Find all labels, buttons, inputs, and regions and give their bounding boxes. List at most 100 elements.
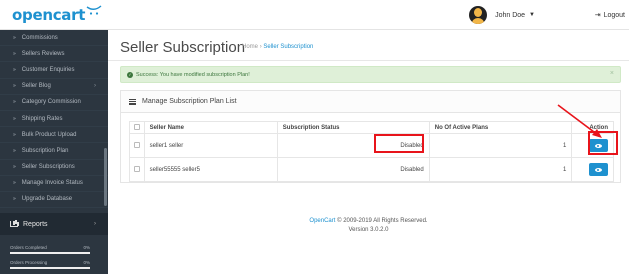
- chevron-right-icon: ›: [94, 221, 96, 227]
- sidebar-item-seller-subscriptions[interactable]: » Seller Subscriptions: [0, 160, 108, 176]
- table-row: seller55555 seller5 Disabled 1: [129, 157, 614, 182]
- page-title: Seller Subscription: [120, 39, 246, 56]
- list-icon: [129, 98, 136, 105]
- sidebar-item-label: Manage Invoice Status: [21, 180, 83, 187]
- row-checkbox[interactable]: [133, 165, 140, 172]
- footer: OpenCart © 2009-2019 All Rights Reserved…: [108, 217, 629, 235]
- breadcrumb-home[interactable]: Home: [242, 44, 258, 50]
- sidebar-item-manage-invoice-status[interactable]: » Manage Invoice Status: [0, 176, 108, 192]
- double-chevron-icon: »: [13, 196, 16, 203]
- footer-copyright: © 2009-2019 All Rights Reserved.: [335, 218, 428, 224]
- double-chevron-icon: »: [13, 50, 16, 57]
- seller-name-cell: seller1 seller: [143, 133, 278, 158]
- row-select-cell: [129, 133, 145, 158]
- select-all-cell: [129, 121, 145, 134]
- sidebar-item-category-commission[interactable]: » Category Commission: [0, 95, 108, 111]
- sidebar-item-label: Seller Subscriptions: [21, 164, 75, 171]
- breadcrumb-separator: ›: [259, 44, 262, 50]
- subscription-table: Seller Name Subscription Status No Of Ac…: [129, 121, 614, 182]
- logout-label: Logout: [603, 11, 625, 19]
- sidebar-item-label: Seller Blog: [21, 83, 51, 90]
- close-icon[interactable]: ×: [610, 70, 614, 77]
- sidebar-item-label: Bulk Product Upload: [21, 131, 77, 138]
- check-circle-icon: ✓: [127, 71, 133, 78]
- sidebar-item-seller-blog[interactable]: » Seller Blog ›: [0, 79, 108, 95]
- stat-orders-processing: Orders Processing 0%: [10, 260, 90, 269]
- sidebar-item-label: Sellers Reviews: [21, 50, 65, 57]
- footer-link[interactable]: OpenCart: [309, 218, 335, 224]
- footer-version: Version 3.0.2.0: [348, 227, 389, 233]
- sidebar-item-label: Customer Enquiries: [21, 66, 75, 73]
- top-navbar: opencart John Doe ▼ ⇥ Logout: [0, 0, 629, 30]
- table-row: seller1 seller Disabled 1: [129, 133, 614, 158]
- divider: [108, 60, 629, 61]
- sidebar-item-label: Category Commission: [21, 99, 81, 106]
- sidebar-item-label: Subscription Plan: [21, 147, 69, 154]
- status-highlight-box: [374, 134, 424, 153]
- table-header-row: Seller Name Subscription Status No Of Ac…: [129, 121, 614, 134]
- double-chevron-icon: »: [13, 180, 16, 187]
- double-chevron-icon: »: [13, 83, 16, 90]
- sidebar-item-shipping-rates[interactable]: » Shipping Rates: [0, 111, 108, 128]
- sidebar-item-upgrade-database[interactable]: » Upgrade Database: [0, 192, 108, 209]
- caret-down-icon: ▼: [529, 12, 535, 18]
- sidebar-item-sellers-reviews[interactable]: » Sellers Reviews: [0, 46, 108, 63]
- row-select-cell: [129, 157, 145, 182]
- sidebar-item-commissions[interactable]: » Commissions: [0, 30, 108, 47]
- progress-bar: [10, 267, 90, 269]
- logo-text: opencart: [12, 6, 86, 24]
- double-chevron-icon: »: [13, 99, 16, 106]
- view-button[interactable]: [589, 163, 608, 176]
- stat-value: 0%: [83, 245, 90, 250]
- column-header-status[interactable]: Subscription Status: [276, 121, 430, 134]
- seller-name-cell: seller55555 seller5: [143, 157, 278, 182]
- double-chevron-icon: »: [13, 66, 16, 73]
- main-content: Seller Subscription Home › Seller Subscr…: [108, 30, 629, 274]
- double-chevron-icon: »: [13, 164, 16, 171]
- sidebar-item-subscription-plan[interactable]: » Subscription Plan: [0, 143, 108, 160]
- sign-out-icon: ⇥: [594, 12, 601, 19]
- row-checkbox[interactable]: [133, 141, 140, 148]
- progress-bar: [10, 252, 90, 254]
- column-header-seller-name[interactable]: Seller Name: [143, 121, 278, 134]
- sidebar-item-label: Shipping Rates: [21, 115, 63, 122]
- sidebar-item-label: Upgrade Database: [21, 196, 73, 203]
- sidebar-item-label: Reports: [23, 220, 48, 228]
- bar-chart-icon: [10, 221, 18, 227]
- chevron-right-icon: ›: [94, 83, 96, 90]
- user-name: John Doe: [495, 11, 526, 19]
- avatar: [469, 6, 488, 24]
- sidebar-item-bulk-product-upload[interactable]: » Bulk Product Upload: [0, 127, 108, 144]
- breadcrumb-current[interactable]: Seller Subscription: [263, 44, 313, 50]
- sidebar-item-label: Commissions: [21, 34, 58, 41]
- success-alert: ✓ Success: You have modified subscriptio…: [120, 66, 621, 83]
- action-cell: [571, 157, 614, 182]
- active-plans-cell: 1: [428, 157, 573, 182]
- double-chevron-icon: »: [13, 34, 16, 41]
- alert-message: Success: You have modified subscription …: [136, 71, 250, 78]
- select-all-checkbox[interactable]: [133, 123, 140, 130]
- opencart-logo[interactable]: opencart: [0, 0, 108, 30]
- active-plans-cell: 1: [428, 133, 573, 158]
- cart-icon: [86, 5, 102, 15]
- stat-label: Orders Processing: [10, 260, 48, 265]
- stat-orders-completed: Orders Completed 0%: [10, 245, 90, 254]
- column-header-active-plans[interactable]: No Of Active Plans: [428, 121, 573, 134]
- sidebar-item-reports[interactable]: Reports ›: [0, 213, 108, 235]
- status-cell: Disabled: [276, 157, 430, 182]
- sidebar-item-customer-enquiries[interactable]: » Customer Enquiries: [0, 62, 108, 79]
- sidebar: » Commissions » Sellers Reviews » Customer En…: [0, 30, 108, 274]
- double-chevron-icon: »: [13, 147, 16, 154]
- panel-title: Manage Subscription Plan List: [142, 98, 237, 105]
- logout-link[interactable]: ⇥ Logout: [594, 11, 625, 20]
- sidebar-scrollbar[interactable]: [104, 148, 107, 206]
- breadcrumb: Home › Seller Subscription: [242, 44, 313, 50]
- action-highlight-box: [588, 131, 618, 155]
- stat-value: 0%: [83, 260, 90, 265]
- eye-icon: [595, 167, 602, 172]
- panel-heading: Manage Subscription Plan List: [121, 91, 620, 113]
- double-chevron-icon: »: [13, 115, 16, 122]
- stat-label: Orders Completed: [10, 245, 47, 250]
- user-menu-toggle[interactable]: John Doe ▼: [469, 4, 535, 26]
- subscription-list-panel: Manage Subscription Plan List Seller Nam…: [120, 90, 621, 183]
